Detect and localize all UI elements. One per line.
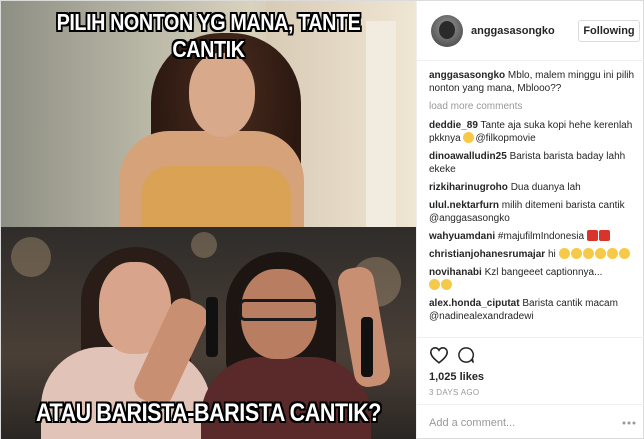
list-item: wahyuamdani #majufilmIndonesia [429, 230, 641, 243]
post-actions: 1,025 likes 3 DAYS AGO [417, 337, 644, 439]
list-item: deddie_89 Tante aja suka kopi hehe keren… [429, 119, 641, 145]
laughing-emoji-icon [429, 279, 440, 290]
list-item: ulul.nektarfurn milih ditemeni barista c… [429, 199, 641, 225]
post-side-panel: anggasasongko Following anggasasongko Mb… [416, 1, 644, 439]
list-item: alex.honda_ciputat Barista cantik macam … [429, 297, 641, 323]
list-item: dinoawalludin25 Barista barista baday la… [429, 150, 641, 176]
comments-list: anggasasongko Mblo, malem minggu ini pil… [429, 69, 641, 328]
comment-username[interactable]: christianjohanesrumajar [429, 249, 545, 260]
meme-caption-top: PILIH NONTON YG MANA, TANTE CANTIK [56, 9, 361, 62]
comment-text: Kzl bangeeet captionnya... [484, 267, 603, 278]
laughing-emoji-icon [441, 279, 452, 290]
comment-text-mention[interactable]: @filkopmovie [475, 133, 535, 144]
heart-icon[interactable] [429, 346, 449, 364]
list-item: novihanabi Kzl bangeeet captionnya... [429, 266, 641, 292]
laughing-emoji-icon [582, 248, 594, 259]
comment-username[interactable]: novihanabi [429, 267, 482, 278]
list-item: christianjohanesrumajar hi [429, 248, 641, 261]
comment-username[interactable]: alex.honda_ciputat [429, 298, 520, 309]
meme-caption-bottom: ATAU BARISTA-BARISTA CANTIK? [35, 399, 382, 427]
laughing-emoji-icon [558, 248, 570, 259]
post-timestamp: 3 DAYS AGO [429, 388, 480, 397]
flag-emoji-icon [598, 230, 610, 241]
comment-username[interactable]: deddie_89 [429, 120, 478, 131]
flag-emoji-icon [586, 230, 598, 241]
caption-comment: anggasasongko Mblo, malem minggu ini pil… [429, 69, 641, 95]
likes-count[interactable]: 1,025 likes [429, 371, 484, 383]
add-comment-bar [417, 404, 644, 439]
thumbs-up-emoji-icon [463, 132, 475, 143]
comment-text: hi [547, 249, 556, 260]
comment-icon[interactable] [457, 346, 475, 364]
comment-username[interactable]: dinoawalludin25 [429, 151, 507, 162]
following-button[interactable]: Following [578, 20, 640, 42]
post-image[interactable]: PILIH NONTON YG MANA, TANTE CANTIK ATAU … [1, 1, 416, 439]
comment-text: Dua duanya lah [510, 182, 581, 193]
comment-username[interactable]: anggasasongko [429, 70, 505, 81]
avatar[interactable] [431, 15, 463, 47]
add-comment-input[interactable] [429, 415, 609, 431]
more-icon[interactable] [622, 421, 636, 425]
laughing-emoji-icon [594, 248, 606, 259]
instagram-post: PILIH NONTON YG MANA, TANTE CANTIK ATAU … [0, 0, 644, 439]
comment-text: #majufilmIndonesia [497, 231, 585, 242]
list-item: rizkiharinugroho Dua duanya lah [429, 181, 641, 194]
post-username[interactable]: anggasasongko [471, 25, 555, 37]
laughing-emoji-icon [570, 248, 582, 259]
load-more-comments-link[interactable]: load more comments [429, 100, 641, 113]
laughing-emoji-icon [618, 248, 630, 259]
comment-username[interactable]: wahyuamdani [429, 231, 495, 242]
post-header: anggasasongko Following [417, 1, 644, 61]
comment-username[interactable]: ulul.nektarfurn [429, 200, 499, 211]
laughing-emoji-icon [606, 248, 618, 259]
comment-username[interactable]: rizkiharinugroho [429, 182, 508, 193]
